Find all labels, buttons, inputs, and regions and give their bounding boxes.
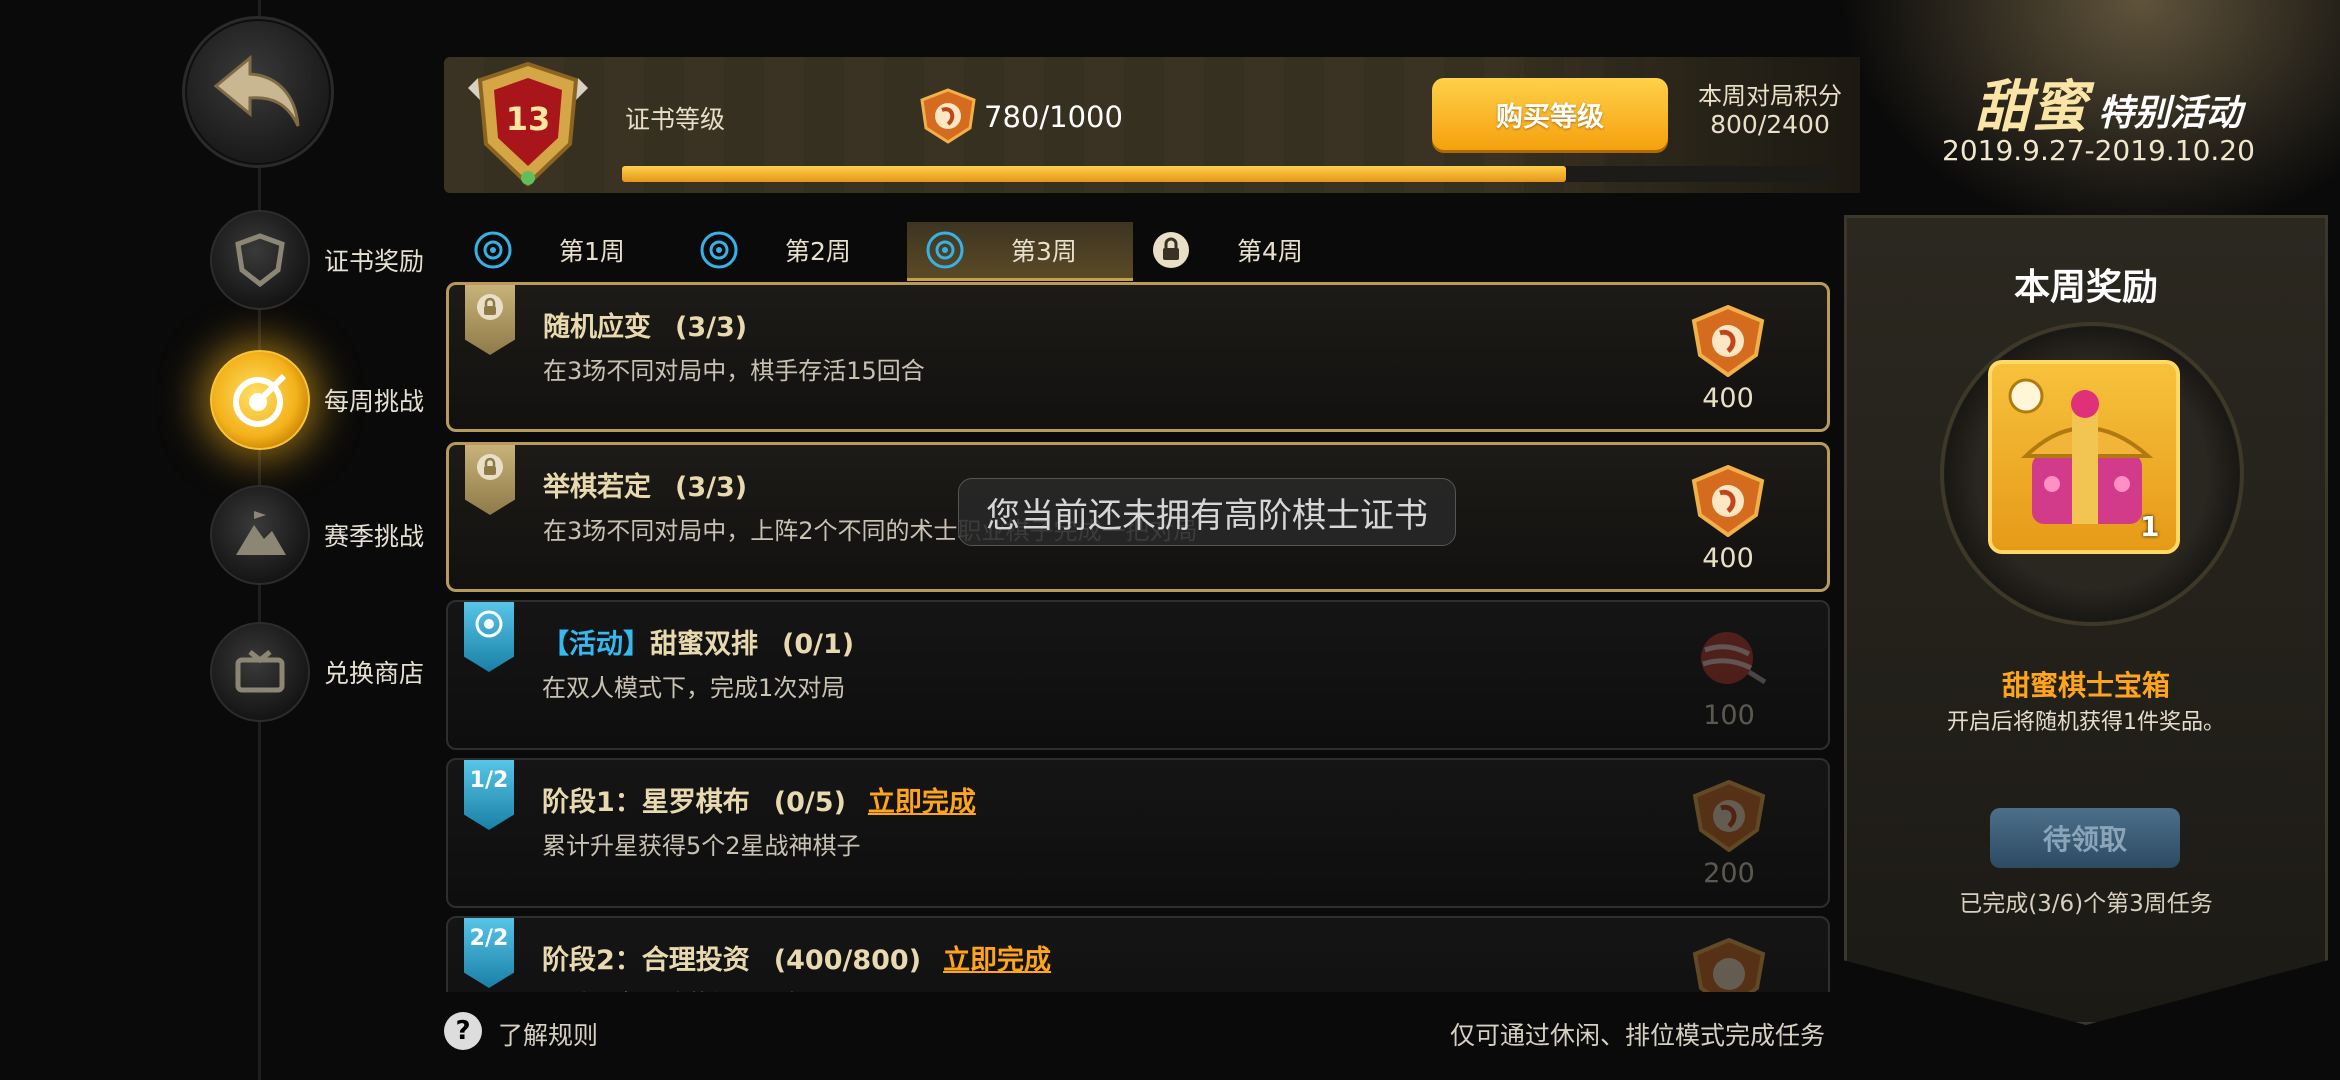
help-icon[interactable]: ? (444, 1012, 482, 1050)
lock-icon (465, 285, 515, 355)
target-icon (925, 230, 965, 270)
nav-label: 证书奖励 (324, 247, 425, 276)
level-progress-bar (622, 166, 1832, 182)
medal-icon (1691, 464, 1765, 538)
footer-note: 仅可通过休闲、排位模式完成任务 (1450, 1021, 1826, 1050)
quest-title: 阶段2：合理投资 (400/800) 立即完成 (542, 945, 1052, 976)
event-title: 甜蜜 (1975, 74, 2087, 140)
medal-icon (1692, 937, 1766, 992)
reward-amount: 100 (1703, 700, 1755, 731)
cert-level-label: 证书等级 (625, 105, 726, 134)
quest-reward: 400 (1683, 464, 1773, 574)
prize-name: 甜蜜棋士宝箱 (2001, 669, 2170, 702)
reward-amount: 400 (1702, 383, 1754, 414)
week-score-label: 本周对局积分 (1698, 82, 1842, 110)
target-icon (699, 230, 739, 270)
mountain-flag-icon (210, 485, 310, 585)
cert-level-number: 13 (505, 100, 551, 138)
quest-reward (1684, 937, 1774, 992)
spotlight-glow (1840, 0, 2340, 240)
event-date: 2019.9.27-2019.10.20 (1942, 134, 2255, 167)
reward-amount: 200 (1703, 858, 1755, 889)
complete-now-link[interactable]: 立即完成 (943, 945, 1051, 976)
target-icon (473, 230, 513, 270)
cert-level-badge: 13 (458, 58, 598, 193)
quest-desc: 在3场不同对局中，棋手存活15回合 (543, 357, 925, 385)
quest-title: 举棋若定 (3/3) (543, 472, 748, 503)
shield-icon (210, 210, 310, 310)
event-subtitle: 特别活动 (2098, 93, 2243, 134)
prize-desc: 开启后将随机获得1件奖品。 (1947, 710, 2225, 735)
nav-item-weekly-challenge[interactable]: 每周挑战 (210, 350, 440, 450)
tab-label: 第2周 (785, 237, 851, 266)
quest-card: 【活动】甜蜜双排 (0/1) 在双人模式下，完成1次对局 100 (446, 600, 1830, 750)
claim-button[interactable]: 待领取 (1990, 808, 2180, 868)
quest-reward: 200 (1684, 779, 1774, 889)
completed-count: 已完成(3/6)个第3周任务 (1959, 891, 2213, 917)
nav-item-cert-rewards[interactable]: 证书奖励 (210, 210, 440, 310)
tab-label: 第1周 (559, 237, 625, 266)
quest-title: 随机应变 (3/3) (543, 312, 748, 343)
tab-week-1[interactable]: 第1周 (455, 222, 681, 278)
stage-flag: 2/2 (464, 918, 514, 988)
nav-item-exchange-shop[interactable]: 兑换商店 (210, 622, 440, 722)
tab-week-3[interactable]: 第3周 (907, 222, 1133, 281)
tab-label: 第4周 (1237, 237, 1303, 266)
quest-title: 【活动】甜蜜双排 (0/1) (542, 629, 855, 660)
tab-week-4[interactable]: 第4周 (1133, 222, 1359, 278)
lock-icon (465, 445, 515, 515)
stage-flag: 1/2 (464, 760, 514, 830)
medal-icon (1692, 779, 1766, 853)
tab-label: 第3周 (1011, 237, 1077, 266)
target-icon (464, 602, 514, 672)
medal-icon (1691, 304, 1765, 378)
quest-card: 随机应变 (3/3) 在3场不同对局中，棋手存活15回合 400 (446, 282, 1830, 432)
quest-reward: 400 (1683, 304, 1773, 414)
exp-medal-icon (918, 88, 978, 148)
complete-now-link[interactable]: 立即完成 (868, 787, 976, 818)
reward-amount: 400 (1702, 543, 1754, 574)
week-tabs: 第1周 第2周 第3周 第4周 (455, 222, 1345, 281)
level-progress-fill (622, 166, 1566, 182)
tab-week-2[interactable]: 第2周 (681, 222, 907, 278)
item-count: 1 (2140, 510, 2160, 543)
candy-icon (1701, 632, 1767, 685)
panel-title: 本周奖励 (2013, 267, 2158, 308)
week-score-value: 800/2400 (1710, 110, 1830, 139)
exp-progress-text: 780/1000 (984, 100, 1123, 134)
shop-ticket-icon (210, 622, 310, 722)
quest-reward: 100 (1684, 622, 1774, 731)
quest-title: 阶段1：星罗棋布 (0/5) 立即完成 (542, 787, 976, 818)
nav-label: 每周挑战 (324, 387, 425, 416)
quest-desc: 在双人模式下，完成1次对局 (542, 674, 846, 702)
back-arrow-icon (213, 54, 300, 127)
target-icon (210, 350, 310, 450)
nav-label: 赛季挑战 (324, 522, 425, 551)
buy-level-button[interactable]: 购买等级 (1432, 78, 1668, 150)
quest-card: 2/2 阶段2：合理投资(400/800)立即完成 通过利息累计获得800金币 (446, 916, 1830, 992)
back-button[interactable] (182, 16, 334, 168)
quest-list[interactable]: 随机应变 (3/3) 在3场不同对局中，棋手存活15回合 400 举棋若定 (3/3… (446, 282, 1832, 992)
rules-link[interactable]: 了解规则 (498, 1016, 598, 1052)
quest-desc: 通过利息累计获得800金币 (542, 984, 828, 992)
nav-label: 兑换商店 (324, 659, 425, 688)
quest-card: 1/2 阶段1：星罗棋布 (0/5) 立即完成 累计升星获得5个2星战神棋子 200 (446, 758, 1830, 908)
toast-message: 您当前还未拥有高阶棋士证书 (958, 478, 1456, 546)
quest-desc: 累计升星获得5个2星战神棋子 (542, 832, 861, 860)
lock-icon (1151, 230, 1191, 270)
nav-item-season-challenge[interactable]: 赛季挑战 (210, 485, 440, 585)
